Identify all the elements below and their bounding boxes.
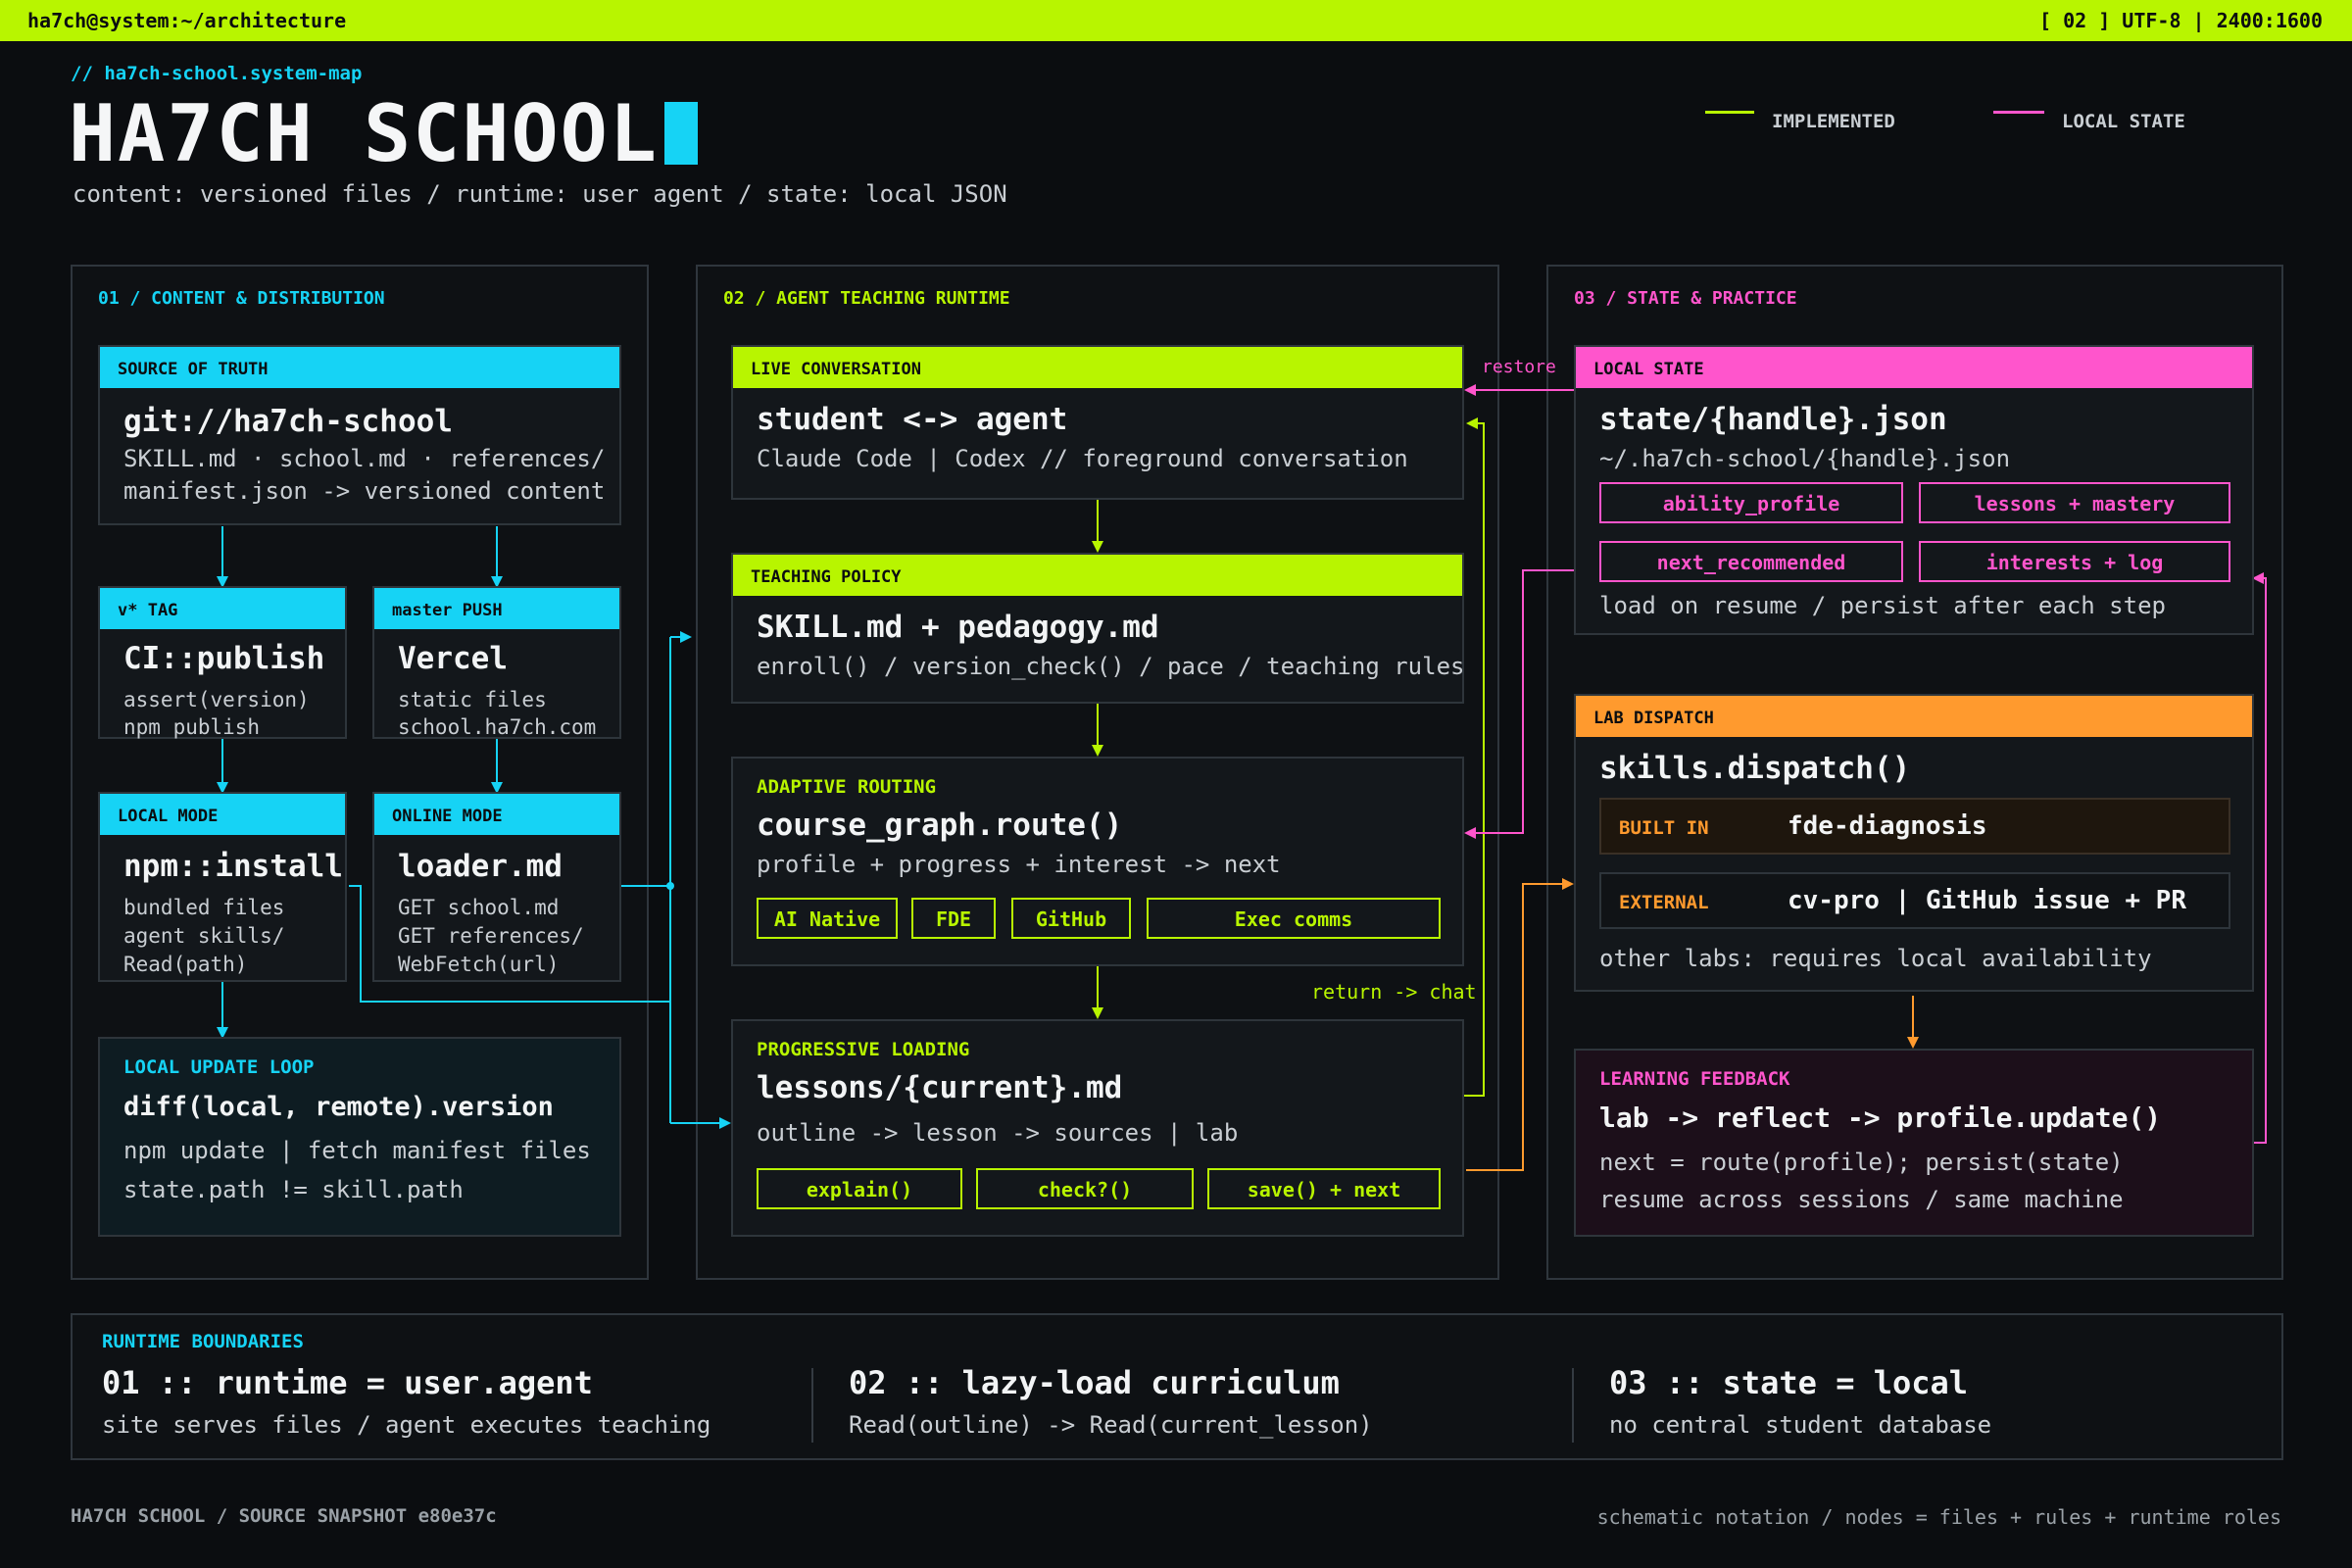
card-line: WebFetch(url)	[398, 953, 560, 976]
card-learning-feedback: LEARNING FEEDBACK lab -> reflect -> prof…	[1574, 1049, 2254, 1237]
boundary-2-title: 02 :: lazy-load curriculum	[849, 1364, 1340, 1401]
chip-interests-log: interests + log	[1919, 541, 2230, 582]
runtime-boundaries-panel: RUNTIME BOUNDARIES 01 :: runtime = user.…	[71, 1313, 2283, 1460]
card-line: profile + progress + interest -> next	[757, 851, 1281, 878]
card-line: assert(version)	[123, 688, 310, 711]
card-header: LEARNING FEEDBACK	[1599, 1068, 1790, 1090]
card-title: skills.dispatch()	[1599, 751, 1911, 786]
card-header: LOCAL STATE	[1576, 347, 2252, 388]
card-title: Vercel	[398, 641, 508, 676]
card-line: GET references/	[398, 924, 584, 948]
boundary-2-line: Read(outline) -> Read(current_lesson)	[849, 1411, 1373, 1439]
external-value: cv-pro | GitHub issue + PR	[1788, 886, 2186, 915]
card-header: LOCAL MODE	[100, 794, 345, 835]
card-line: bundled files	[123, 896, 285, 919]
boundary-divider	[811, 1368, 813, 1443]
card-title: lessons/{current}.md	[757, 1070, 1123, 1105]
card-line: npm publish	[123, 715, 261, 739]
chip-github: GitHub	[1011, 898, 1131, 939]
card-line: resume across sessions / same machine	[1599, 1186, 2124, 1213]
card-header: TEACHING POLICY	[733, 555, 1462, 596]
boundary-1-line: site serves files / agent executes teach…	[102, 1411, 711, 1439]
card-line: Read(path)	[123, 953, 248, 976]
card-header: ONLINE MODE	[374, 794, 619, 835]
built-in-value: fde-diagnosis	[1788, 811, 1987, 841]
chip-save-next: save() + next	[1207, 1168, 1441, 1209]
card-title: student <-> agent	[757, 402, 1068, 437]
boundary-divider	[1572, 1368, 1574, 1443]
return-to-chat-label: return -> chat	[1311, 980, 1477, 1004]
card-title: CI::publish	[123, 641, 325, 676]
card-local-state: LOCAL STATE state/{handle}.json ~/.ha7ch…	[1574, 345, 2254, 635]
card-title: lab -> reflect -> profile.update()	[1599, 1102, 2162, 1134]
card-line: other labs: requires local availability	[1599, 945, 2152, 972]
card-local-mode: LOCAL MODE npm::install bundled files ag…	[98, 792, 347, 982]
card-header: LAB DISPATCH	[1576, 696, 2252, 737]
card-line: npm update | fetch manifest files	[123, 1137, 591, 1164]
card-local-update-loop: LOCAL UPDATE LOOP diff(local, remote).ve…	[98, 1037, 621, 1237]
card-line: Claude Code | Codex // foreground conver…	[757, 445, 1408, 472]
chip-ai-native: AI Native	[757, 898, 898, 939]
card-adaptive-routing: ADAPTIVE ROUTING course_graph.route() pr…	[731, 757, 1464, 966]
card-line: state.path != skill.path	[123, 1176, 464, 1203]
card-live-conversation: LIVE CONVERSATION student <-> agent Clau…	[731, 345, 1464, 500]
card-line: ~/.ha7ch-school/{handle}.json	[1599, 445, 2011, 472]
chip-check: check?()	[976, 1168, 1194, 1209]
card-line: next = route(profile); persist(state)	[1599, 1149, 2124, 1176]
chip-lessons-mastery: lessons + mastery	[1919, 482, 2230, 523]
card-header: LIVE CONVERSATION	[733, 347, 1462, 388]
card-line: manifest.json -> versioned content	[123, 477, 606, 505]
chip-exec-comms: Exec comms	[1147, 898, 1441, 939]
card-ci-publish: v* TAG CI::publish assert(version) npm p…	[98, 586, 347, 739]
card-lab-dispatch: LAB DISPATCH skills.dispatch() BUILT IN …	[1574, 694, 2254, 992]
boundary-3-title: 03 :: state = local	[1609, 1364, 1969, 1401]
card-header: ADAPTIVE ROUTING	[757, 776, 937, 798]
runtime-boundaries-title: RUNTIME BOUNDARIES	[102, 1331, 304, 1352]
card-line: SKILL.md · school.md · references/	[123, 445, 606, 472]
card-line: outline -> lesson -> sources | lab	[757, 1119, 1239, 1147]
footer-left: HA7CH SCHOOL / SOURCE SNAPSHOT e80e37c	[71, 1505, 497, 1527]
card-line: agent skills/	[123, 924, 285, 948]
boundary-1-title: 01 :: runtime = user.agent	[102, 1364, 593, 1401]
chip-explain: explain()	[757, 1168, 962, 1209]
built-in-label: BUILT IN	[1619, 817, 1709, 839]
card-teaching-policy: TEACHING POLICY SKILL.md + pedagogy.md e…	[731, 553, 1464, 704]
card-line: static files	[398, 688, 547, 711]
card-title: SKILL.md + pedagogy.md	[757, 610, 1159, 645]
card-header: PROGRESSIVE LOADING	[757, 1039, 970, 1060]
card-header: v* TAG	[100, 588, 345, 629]
external-label: EXTERNAL	[1619, 892, 1709, 913]
card-title: course_graph.route()	[757, 808, 1123, 843]
card-title: npm::install	[123, 849, 343, 884]
card-line: enroll() / version_check() / pace / teac…	[757, 653, 1465, 680]
card-header: LOCAL UPDATE LOOP	[123, 1056, 315, 1078]
lab-built-in-row: BUILT IN fde-diagnosis	[1599, 798, 2230, 855]
chip-fde: FDE	[911, 898, 996, 939]
card-line: GET school.md	[398, 896, 560, 919]
lab-external-row: EXTERNAL cv-pro | GitHub issue + PR	[1599, 872, 2230, 929]
card-progressive-loading: PROGRESSIVE LOADING lessons/{current}.md…	[731, 1019, 1464, 1237]
card-vercel: master PUSH Vercel static files school.h…	[372, 586, 621, 739]
card-line: load on resume / persist after each step	[1599, 592, 2166, 619]
footer-right: schematic notation / nodes = files + rul…	[1596, 1505, 2281, 1529]
restore-label: restore	[1482, 357, 1556, 377]
chip-ability-profile: ability_profile	[1599, 482, 1903, 523]
boundary-3-line: no central student database	[1609, 1411, 1992, 1439]
card-header: master PUSH	[374, 588, 619, 629]
card-online-mode: ONLINE MODE loader.md GET school.md GET …	[372, 792, 621, 982]
card-line: school.ha7ch.com	[398, 715, 597, 739]
card-header: SOURCE OF TRUTH	[100, 347, 619, 388]
chip-next-recommended: next_recommended	[1599, 541, 1903, 582]
card-source-of-truth: SOURCE OF TRUTH git://ha7ch-school SKILL…	[98, 345, 621, 525]
card-title: git://ha7ch-school	[123, 404, 453, 439]
card-title: loader.md	[398, 849, 563, 884]
card-title: diff(local, remote).version	[123, 1092, 554, 1122]
card-title: state/{handle}.json	[1599, 402, 1947, 437]
